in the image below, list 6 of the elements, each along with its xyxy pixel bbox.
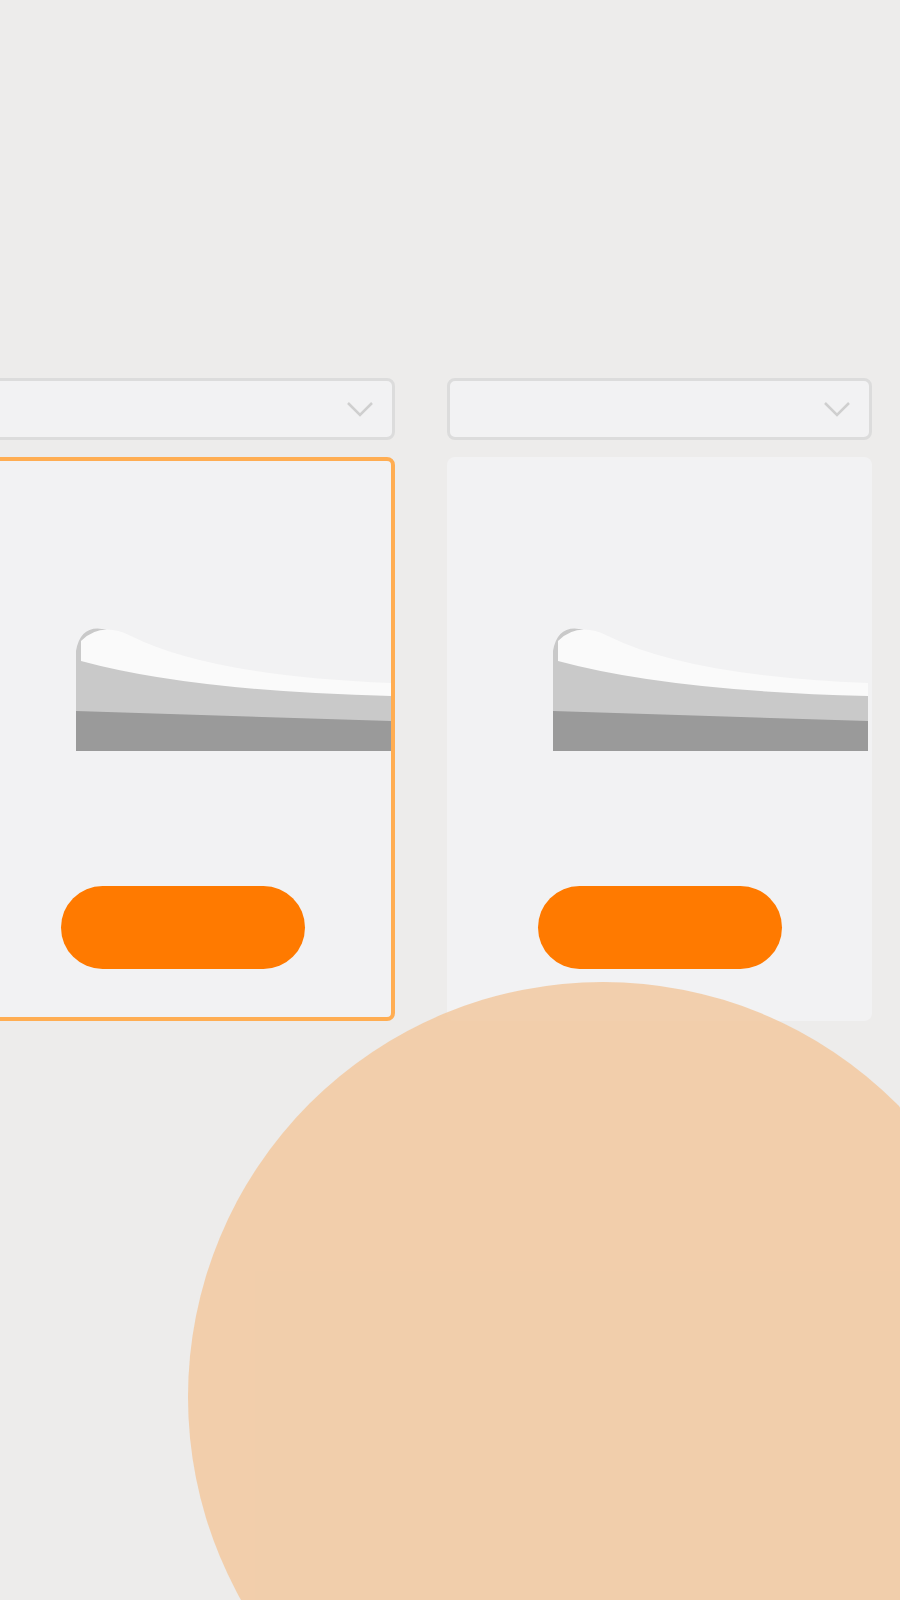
product-card[interactable] xyxy=(447,457,872,1021)
chevron-down-icon xyxy=(823,401,851,417)
chevron-down-icon xyxy=(346,401,374,417)
product-card[interactable] xyxy=(0,457,395,1021)
size-dropdown[interactable] xyxy=(447,378,872,440)
size-dropdown[interactable] xyxy=(0,378,395,440)
